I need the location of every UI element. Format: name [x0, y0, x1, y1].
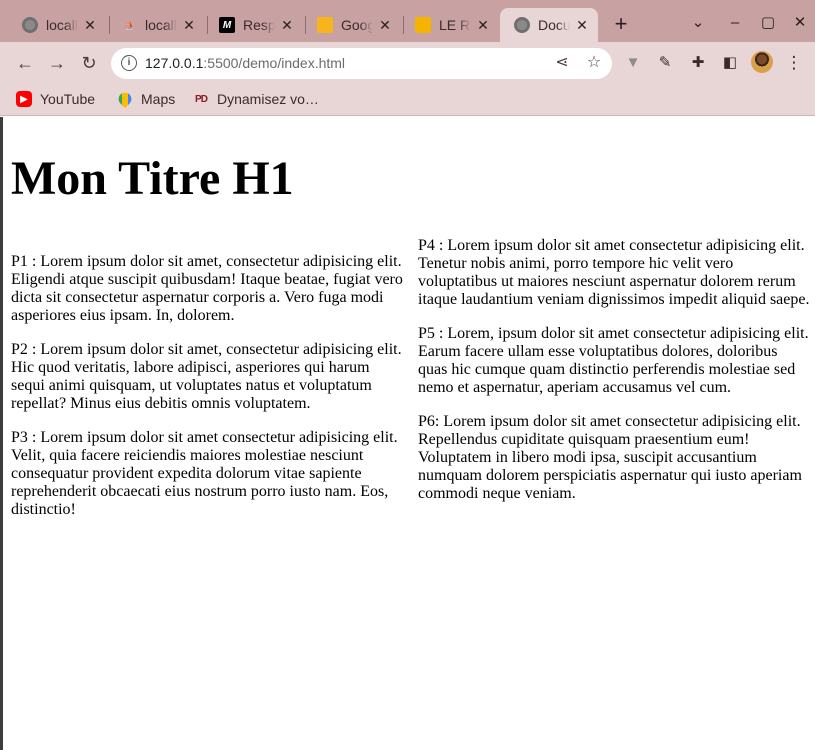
tab-localhost-2[interactable]: ⛵ localhost ✕ — [107, 8, 205, 42]
close-icon[interactable]: ✕ — [574, 17, 590, 33]
tab-title: Document — [538, 17, 570, 33]
reload-icon[interactable]: ↻ — [79, 53, 99, 73]
url-path: :5500/demo/index.html — [203, 55, 346, 71]
youtube-icon: ▶ — [16, 91, 32, 107]
maximize-icon[interactable]: ▢ — [758, 13, 778, 33]
close-icon[interactable]: ✕ — [279, 17, 295, 33]
bookmark-label: Maps — [141, 91, 176, 107]
bookmark-star-icon[interactable]: ☆ — [584, 53, 604, 73]
bookmark-youtube[interactable]: ▶ YouTube — [16, 89, 95, 109]
page-viewport: Mon Titre H1 P1 : Lorem ipsum dolor sit … — [3, 117, 815, 750]
tab-search-icon[interactable]: ⌄ — [688, 13, 708, 33]
extensions-puzzle-icon[interactable]: ✚ — [688, 53, 708, 73]
tab-le-r[interactable]: LE R ✕ — [401, 8, 499, 42]
close-icon[interactable]: ✕ — [82, 17, 98, 33]
bookmark-maps[interactable]: Maps — [115, 89, 176, 109]
left-column: P1 : Lorem ipsum dolor sit amet, consect… — [11, 253, 403, 535]
paragraph-p5: P5 : Lorem, ipsum dolor sit amet consect… — [418, 325, 809, 396]
bookmark-label: YouTube — [40, 91, 96, 107]
tab-localhost-1[interactable]: localhost ✕ — [8, 8, 106, 42]
paragraph-p1: P1 : Lorem ipsum dolor sit amet, consect… — [11, 253, 403, 324]
url-text[interactable]: 127.0.0.1:5500/demo/index.html — [145, 55, 345, 71]
globe-icon — [514, 17, 530, 33]
vue-devtools-icon[interactable]: ▼ — [623, 53, 643, 73]
google-doc-icon — [317, 17, 333, 33]
bookmark-label: Dynamisez vo… — [217, 91, 319, 107]
maps-icon — [115, 89, 135, 109]
tab-title: localhost — [145, 17, 177, 33]
pd-icon: PD — [195, 93, 208, 105]
share-icon[interactable]: ⋖ — [552, 53, 572, 73]
paragraph-p3: P3 : Lorem ipsum dolor sit amet consecte… — [11, 429, 398, 518]
forward-arrow-icon[interactable]: → — [47, 53, 67, 73]
url-host: 127.0.0.1 — [145, 55, 204, 71]
site-info-icon[interactable]: i — [121, 55, 137, 71]
page-heading: Mon Titre H1 — [11, 152, 294, 205]
bookmark-dynamisez[interactable]: PD Dynamisez vo… — [193, 89, 319, 109]
profile-avatar[interactable] — [751, 51, 773, 73]
tab-title: localhost — [46, 17, 78, 33]
m-logo-icon: M — [219, 17, 235, 33]
tab-responsive[interactable]: M Responsive ✕ — [205, 8, 303, 42]
back-arrow-icon[interactable]: ← — [15, 53, 35, 73]
tab-title: Google — [341, 17, 373, 33]
paragraph-p6: P6: Lorem ipsum dolor sit amet consectet… — [418, 413, 802, 502]
right-column: P4 : Lorem ipsum dolor sit amet consecte… — [418, 237, 810, 519]
minimize-icon[interactable]: – — [725, 13, 745, 33]
paragraph-p4: P4 : Lorem ipsum dolor sit amet consecte… — [418, 237, 810, 308]
tab-title: Responsive — [243, 17, 275, 33]
tab-title: LE R — [439, 17, 471, 33]
close-icon[interactable]: ✕ — [377, 17, 393, 33]
tab-google[interactable]: Google ✕ — [303, 8, 401, 42]
tab-strip: localhost ✕ ⛵ localhost ✕ M Responsive ✕… — [0, 0, 815, 42]
new-tab-button[interactable]: + — [611, 13, 631, 35]
side-panel-icon[interactable]: ◧ — [720, 53, 740, 73]
close-icon[interactable]: ✕ — [475, 17, 491, 33]
address-bar[interactable]: i 127.0.0.1:5500/demo/index.html ⋖ ☆ — [111, 48, 612, 79]
phpmyadmin-icon: ⛵ — [124, 20, 134, 30]
tab-document-active[interactable]: Document ✕ — [500, 8, 598, 42]
globe-icon — [22, 17, 38, 33]
window-close-icon[interactable]: ✕ — [790, 13, 810, 33]
bookmarks-bar: ▶ YouTube Maps PD Dynamisez vo… — [0, 84, 815, 116]
browser-toolbar: ← → ↻ i 127.0.0.1:5500/demo/index.html ⋖… — [0, 42, 815, 84]
close-icon[interactable]: ✕ — [181, 17, 197, 33]
slides-icon — [415, 17, 431, 33]
pen-extension-icon[interactable]: ✎ — [655, 53, 675, 73]
paragraph-p2: P2 : Lorem ipsum dolor sit amet, consect… — [11, 341, 402, 412]
menu-kebab-icon[interactable]: ⋮ — [784, 53, 804, 73]
